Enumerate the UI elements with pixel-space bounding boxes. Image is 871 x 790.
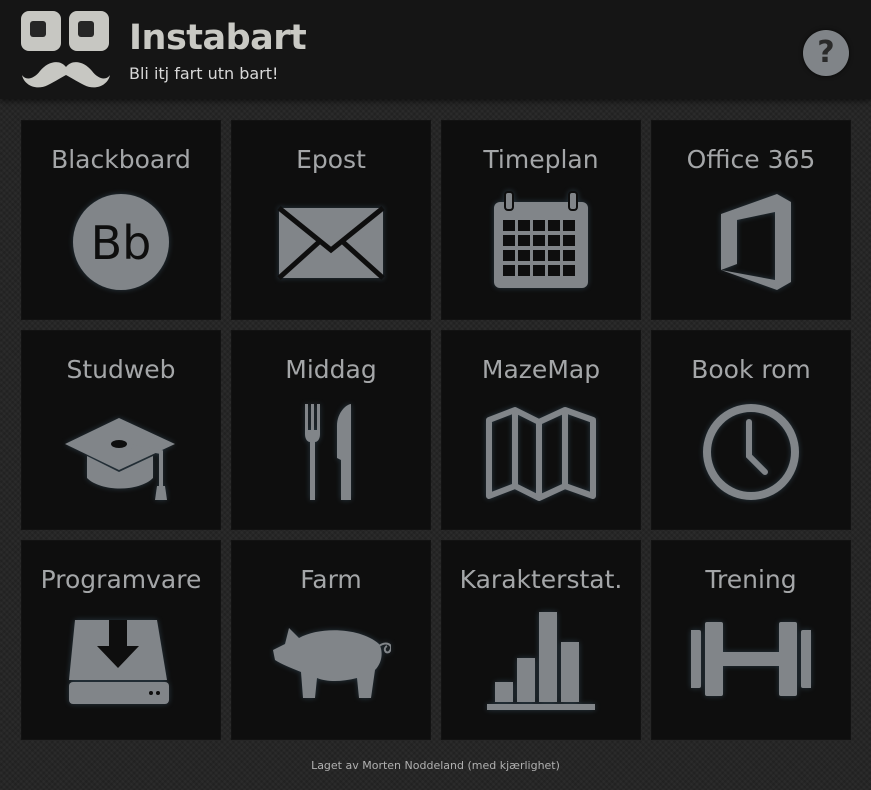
app-title: Instabart bbox=[129, 18, 307, 58]
tile-label: Farm bbox=[300, 565, 362, 594]
envelope-icon bbox=[271, 190, 391, 300]
fork-knife-icon bbox=[271, 400, 391, 510]
mustache-logo-icon[interactable] bbox=[20, 9, 112, 93]
tile-label: Studweb bbox=[66, 355, 176, 384]
tile-label: Book rom bbox=[691, 355, 811, 384]
tile-karakterstat[interactable]: Karakterstat. bbox=[441, 540, 641, 740]
app-subtitle: Bli itj fart utn bart! bbox=[129, 64, 279, 83]
tile-label: Blackboard bbox=[51, 145, 191, 174]
tile-trening[interactable]: Trening bbox=[651, 540, 851, 740]
tile-blackboard[interactable]: Blackboard Bb bbox=[21, 120, 221, 320]
dumbbell-icon bbox=[691, 610, 811, 720]
clock-icon bbox=[691, 400, 811, 510]
app-grid: Blackboard Bb Epost Timeplan Office 365 … bbox=[21, 120, 851, 740]
calendar-icon bbox=[481, 190, 601, 300]
tile-timeplan[interactable]: Timeplan bbox=[441, 120, 641, 320]
map-icon bbox=[481, 400, 601, 510]
tile-office-365[interactable]: Office 365 bbox=[651, 120, 851, 320]
tile-farm[interactable]: Farm bbox=[231, 540, 431, 740]
help-button[interactable]: ? bbox=[803, 30, 849, 76]
graduation-cap-icon bbox=[61, 400, 181, 510]
tile-book-rom[interactable]: Book rom bbox=[651, 330, 851, 530]
tile-label: Trening bbox=[705, 565, 797, 594]
tile-label: Middag bbox=[285, 355, 377, 384]
tile-programvare[interactable]: Programvare bbox=[21, 540, 221, 740]
app-header: Instabart Bli itj fart utn bart! ? bbox=[0, 0, 871, 99]
tile-label: MazeMap bbox=[481, 355, 601, 384]
bar-chart-icon bbox=[481, 610, 601, 720]
tile-mazemap[interactable]: MazeMap bbox=[441, 330, 641, 530]
download-tray-icon bbox=[61, 610, 181, 720]
svg-text:Bb: Bb bbox=[91, 216, 152, 270]
tile-studweb[interactable]: Studweb bbox=[21, 330, 221, 530]
tile-label: Timeplan bbox=[483, 145, 599, 174]
tile-middag[interactable]: Middag bbox=[231, 330, 431, 530]
tile-label: Programvare bbox=[40, 565, 202, 594]
tile-label: Office 365 bbox=[686, 145, 816, 174]
tile-epost[interactable]: Epost bbox=[231, 120, 431, 320]
footer-credit: Laget av Morten Noddeland (med kjærlighe… bbox=[311, 759, 560, 772]
tile-label: Epost bbox=[296, 145, 366, 174]
tile-label: Karakterstat. bbox=[459, 565, 623, 594]
office-icon bbox=[691, 190, 811, 300]
blackboard-icon: Bb bbox=[61, 190, 181, 300]
pig-icon bbox=[271, 610, 391, 720]
